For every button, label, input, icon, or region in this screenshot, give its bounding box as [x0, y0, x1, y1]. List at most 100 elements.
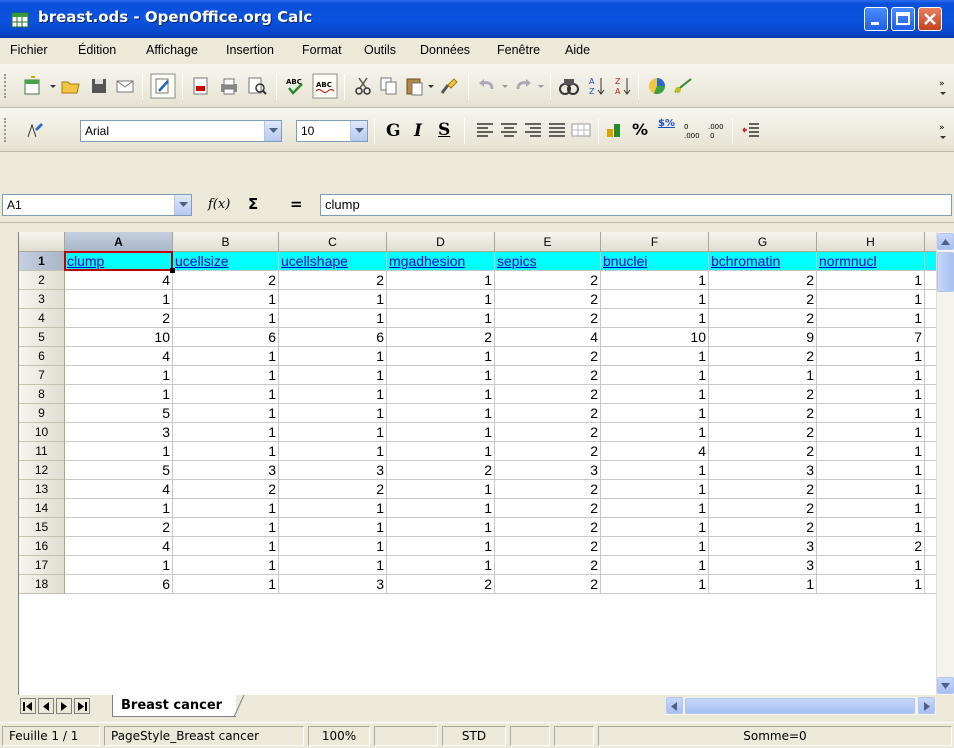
overflow-cell[interactable] [925, 518, 936, 537]
data-cell[interactable]: 1 [387, 347, 495, 366]
overflow-cell[interactable] [925, 480, 936, 499]
column-header-next[interactable] [925, 232, 936, 252]
overflow-cell[interactable] [925, 347, 936, 366]
data-cell[interactable]: 4 [65, 347, 173, 366]
data-cell[interactable]: 2 [709, 385, 817, 404]
data-cell[interactable]: 9 [709, 328, 817, 347]
data-cell[interactable]: 2 [387, 328, 495, 347]
save-icon[interactable] [88, 75, 110, 97]
scroll-down-button[interactable] [937, 677, 954, 694]
edit-file-icon[interactable] [150, 73, 176, 99]
data-cell[interactable]: 1 [817, 575, 925, 594]
data-cell[interactable]: 1 [601, 537, 709, 556]
row-header[interactable]: 10 [19, 423, 65, 442]
vertical-scrollbar[interactable] [936, 232, 954, 695]
data-cell[interactable]: 1 [279, 423, 387, 442]
data-cell[interactable]: 1 [601, 556, 709, 575]
data-cell[interactable]: 2 [173, 480, 279, 499]
data-cell[interactable]: 1 [601, 271, 709, 290]
data-cell[interactable]: 1 [387, 290, 495, 309]
data-cell[interactable]: 1 [709, 366, 817, 385]
menu-affichage[interactable]: Affichage [146, 43, 198, 57]
data-cell[interactable]: 2 [495, 518, 601, 537]
first-sheet-button[interactable] [20, 698, 36, 714]
overflow-cell[interactable] [925, 461, 936, 480]
column-header-g[interactable]: G [709, 232, 817, 252]
scroll-up-button[interactable] [937, 233, 954, 250]
select-all-corner[interactable] [19, 232, 65, 252]
toolbar-overflow-icon[interactable]: » [937, 122, 951, 142]
data-cell[interactable]: 1 [817, 480, 925, 499]
status-zoom[interactable]: 100% [308, 726, 370, 746]
column-header-c[interactable]: C [279, 232, 387, 252]
data-cell[interactable]: 1 [279, 309, 387, 328]
data-cell[interactable]: 2 [709, 347, 817, 366]
data-cell[interactable]: 1 [601, 309, 709, 328]
cut-icon[interactable] [352, 75, 374, 97]
row-header[interactable]: 5 [19, 328, 65, 347]
data-cell[interactable]: 6 [173, 328, 279, 347]
data-cell[interactable]: 1 [173, 309, 279, 328]
data-cell[interactable]: 1 [65, 442, 173, 461]
data-cell[interactable]: 1 [387, 385, 495, 404]
menu-aide[interactable]: Aide [565, 43, 590, 57]
row-header[interactable]: 2 [19, 271, 65, 290]
data-cell[interactable]: 1 [279, 347, 387, 366]
data-cell[interactable]: 1 [601, 385, 709, 404]
data-cell[interactable]: 2 [709, 499, 817, 518]
maximize-button[interactable] [891, 7, 915, 31]
data-cell[interactable]: 1 [709, 575, 817, 594]
overflow-cell[interactable] [925, 385, 936, 404]
data-cell[interactable]: 1 [279, 499, 387, 518]
overflow-cell[interactable] [925, 442, 936, 461]
data-cell[interactable]: 1 [817, 290, 925, 309]
data-cell[interactable]: 2 [709, 290, 817, 309]
font-name-dropdown-button[interactable] [264, 121, 281, 141]
data-cell[interactable]: 10 [601, 328, 709, 347]
row-header[interactable]: 17 [19, 556, 65, 575]
data-cell[interactable]: 2 [495, 347, 601, 366]
row-header[interactable]: 9 [19, 404, 65, 423]
row-header[interactable]: 8 [19, 385, 65, 404]
data-cell[interactable]: 1 [387, 423, 495, 442]
bold-button[interactable]: G [386, 121, 401, 141]
row-header[interactable]: 11 [19, 442, 65, 461]
column-header-b[interactable]: B [173, 232, 279, 252]
data-cell[interactable]: 2 [173, 271, 279, 290]
data-cell[interactable]: 1 [601, 423, 709, 442]
row-header[interactable]: 13 [19, 480, 65, 499]
header-cell[interactable]: bnuclei [601, 252, 709, 271]
row-header[interactable]: 6 [19, 347, 65, 366]
data-cell[interactable]: 2 [495, 271, 601, 290]
data-cell[interactable]: 1 [817, 461, 925, 480]
data-cell[interactable]: 2 [709, 442, 817, 461]
data-cell[interactable]: 1 [279, 518, 387, 537]
data-cell[interactable]: 1 [65, 385, 173, 404]
draw-functions-icon[interactable] [672, 75, 694, 97]
data-cell[interactable]: 1 [279, 556, 387, 575]
data-cell[interactable]: 1 [817, 442, 925, 461]
row-header[interactable]: 7 [19, 366, 65, 385]
overflow-cell[interactable] [925, 271, 936, 290]
data-cell[interactable]: 1 [387, 480, 495, 499]
menu-outils[interactable]: Outils [364, 43, 396, 57]
data-cell[interactable]: 1 [279, 366, 387, 385]
data-cell[interactable]: 1 [387, 537, 495, 556]
data-cell[interactable]: 2 [387, 461, 495, 480]
data-cell[interactable]: 1 [173, 537, 279, 556]
last-sheet-button[interactable] [74, 698, 90, 714]
data-cell[interactable]: 1 [173, 575, 279, 594]
overflow-cell[interactable] [925, 423, 936, 442]
close-button[interactable] [918, 7, 942, 31]
data-cell[interactable]: 1 [817, 347, 925, 366]
row-header[interactable]: 3 [19, 290, 65, 309]
redo-icon[interactable] [512, 75, 534, 97]
menu-donnees[interactable]: Données [420, 43, 470, 57]
header-cell[interactable]: clump [65, 252, 173, 271]
data-cell[interactable]: 1 [601, 499, 709, 518]
data-cell[interactable]: 6 [279, 328, 387, 347]
data-cell[interactable]: 5 [65, 404, 173, 423]
overflow-cell[interactable] [925, 404, 936, 423]
data-cell[interactable]: 3 [65, 423, 173, 442]
data-cell[interactable]: 6 [65, 575, 173, 594]
